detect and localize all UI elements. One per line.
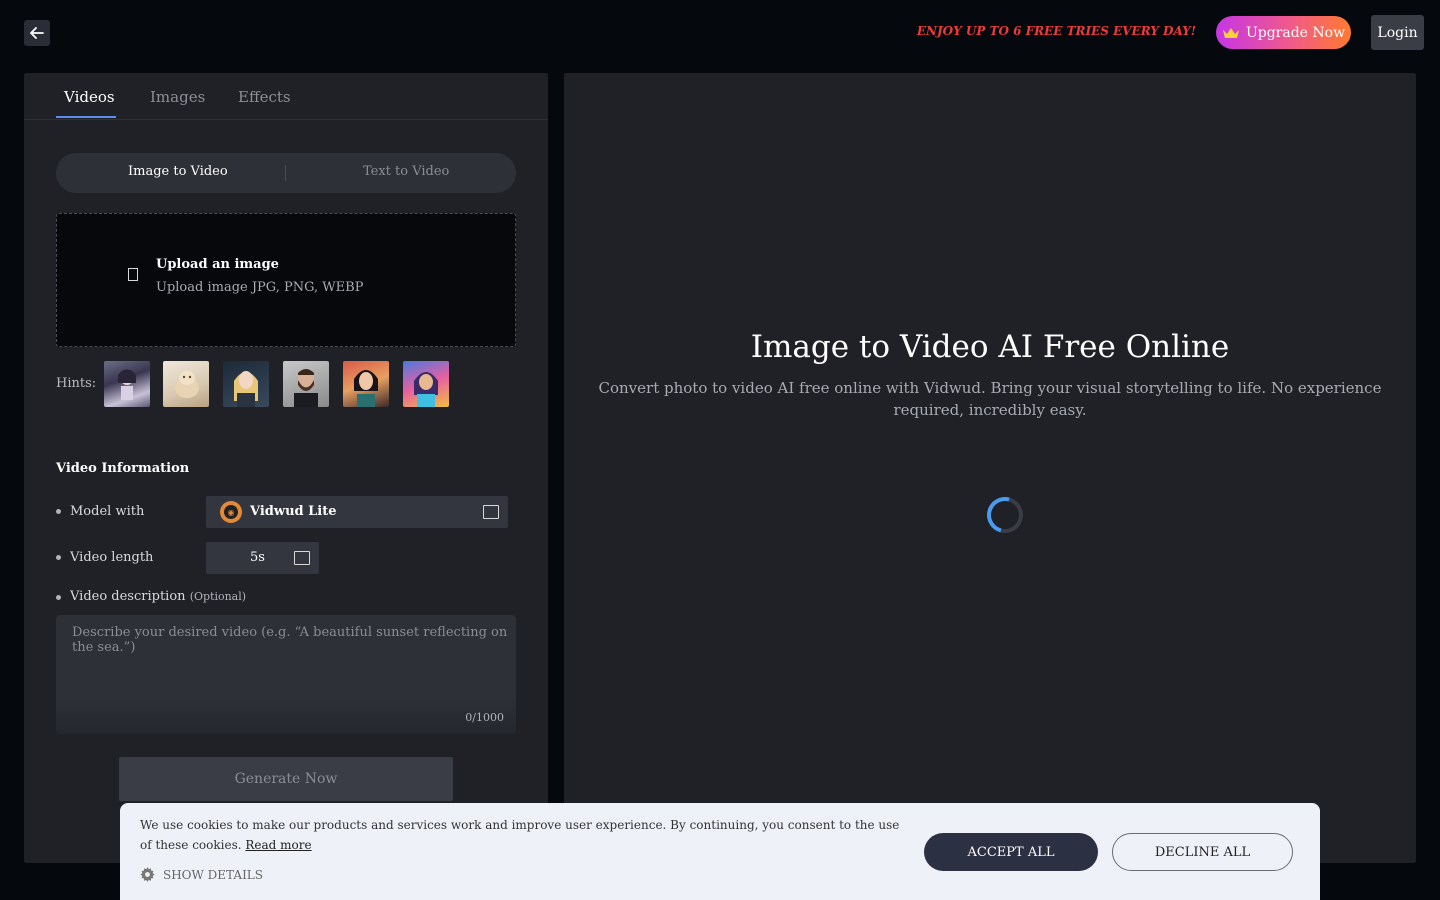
left-panel: Videos Images Effects Image to Video Tex… bbox=[24, 73, 548, 863]
hint-thumbnail[interactable] bbox=[343, 361, 389, 407]
tab-effects[interactable]: Effects bbox=[238, 88, 291, 106]
length-label: Video length bbox=[70, 550, 154, 565]
active-tab-indicator bbox=[56, 116, 116, 118]
model-value: Vidwud Lite bbox=[250, 504, 337, 519]
read-more-link[interactable]: Read more bbox=[245, 838, 311, 852]
length-value: 5s bbox=[250, 550, 265, 565]
gear-icon bbox=[140, 867, 155, 882]
hint-thumbnail[interactable] bbox=[283, 361, 329, 407]
desc-optional: (Optional) bbox=[189, 590, 247, 603]
model-label: Model with bbox=[70, 504, 145, 519]
page-subtitle: Convert photo to video AI free online wi… bbox=[598, 379, 1382, 419]
video-info-title: Video Information bbox=[56, 461, 190, 476]
page-title: Image to Video AI Free Online bbox=[750, 329, 1230, 365]
upgrade-button[interactable]: Upgrade Now bbox=[1216, 16, 1351, 49]
back-button[interactable] bbox=[24, 20, 50, 46]
show-details-toggle[interactable]: SHOW DETAILS bbox=[140, 867, 263, 882]
upgrade-label: Upgrade Now bbox=[1245, 24, 1346, 41]
cookie-text: We use cookies to make our products and … bbox=[140, 815, 900, 855]
model-select[interactable]: ◉ Vidwud Lite bbox=[206, 496, 508, 528]
description-placeholder: Describe your desired video (e.g. “A bea… bbox=[72, 625, 508, 655]
tab-bar: Videos Images Effects bbox=[24, 73, 548, 120]
bullet bbox=[56, 595, 61, 600]
hints-label: Hints: bbox=[56, 376, 97, 391]
hint-thumbnail[interactable] bbox=[403, 361, 449, 407]
mode-image-to-video[interactable]: Image to Video bbox=[128, 164, 228, 179]
desc-label: Video description (Optional) bbox=[70, 589, 246, 604]
mode-text-to-video[interactable]: Text to Video bbox=[363, 164, 449, 179]
desc-label-text: Video description bbox=[70, 589, 186, 604]
upload-dropzone[interactable]: Upload an image Upload image JPG, PNG, W… bbox=[56, 213, 516, 347]
vidwud-logo-icon: ◉ bbox=[220, 501, 242, 523]
description-textarea[interactable]: Describe your desired video (e.g. “A bea… bbox=[56, 615, 516, 734]
mode-toggle: Image to Video Text to Video bbox=[56, 153, 516, 193]
bullet bbox=[56, 555, 61, 560]
preview-panel: Image to Video AI Free Online Convert ph… bbox=[564, 73, 1416, 863]
dropdown-icon bbox=[294, 551, 310, 565]
generate-button[interactable]: Generate Now bbox=[119, 757, 453, 801]
character-count: 0/1000 bbox=[465, 711, 504, 724]
decline-all-button[interactable]: DECLINE ALL bbox=[1112, 833, 1293, 871]
upload-subtitle: Upload image JPG, PNG, WEBP bbox=[156, 280, 364, 295]
hint-thumbnail[interactable] bbox=[104, 361, 150, 407]
hint-thumbnail[interactable] bbox=[163, 361, 209, 407]
crown-icon bbox=[1222, 27, 1239, 38]
tab-videos[interactable]: Videos bbox=[64, 88, 115, 106]
hint-thumbnail[interactable] bbox=[223, 361, 269, 407]
mode-separator bbox=[285, 165, 286, 181]
cookie-banner: We use cookies to make our products and … bbox=[120, 803, 1320, 900]
promo-text: ENJOY UP TO 6 FREE TRIES EVERY DAY! bbox=[916, 24, 1196, 38]
upload-icon bbox=[128, 268, 138, 281]
accept-all-button[interactable]: ACCEPT ALL bbox=[924, 833, 1098, 871]
length-select[interactable]: 5s bbox=[206, 542, 319, 574]
arrow-left-icon bbox=[30, 27, 44, 39]
upload-title: Upload an image bbox=[156, 257, 279, 272]
tab-images[interactable]: Images bbox=[150, 88, 205, 106]
dropdown-icon bbox=[483, 505, 499, 519]
show-details-label: SHOW DETAILS bbox=[163, 867, 263, 882]
loading-spinner-icon bbox=[980, 490, 1030, 540]
login-button[interactable]: Login bbox=[1371, 15, 1424, 50]
bullet bbox=[56, 509, 61, 514]
